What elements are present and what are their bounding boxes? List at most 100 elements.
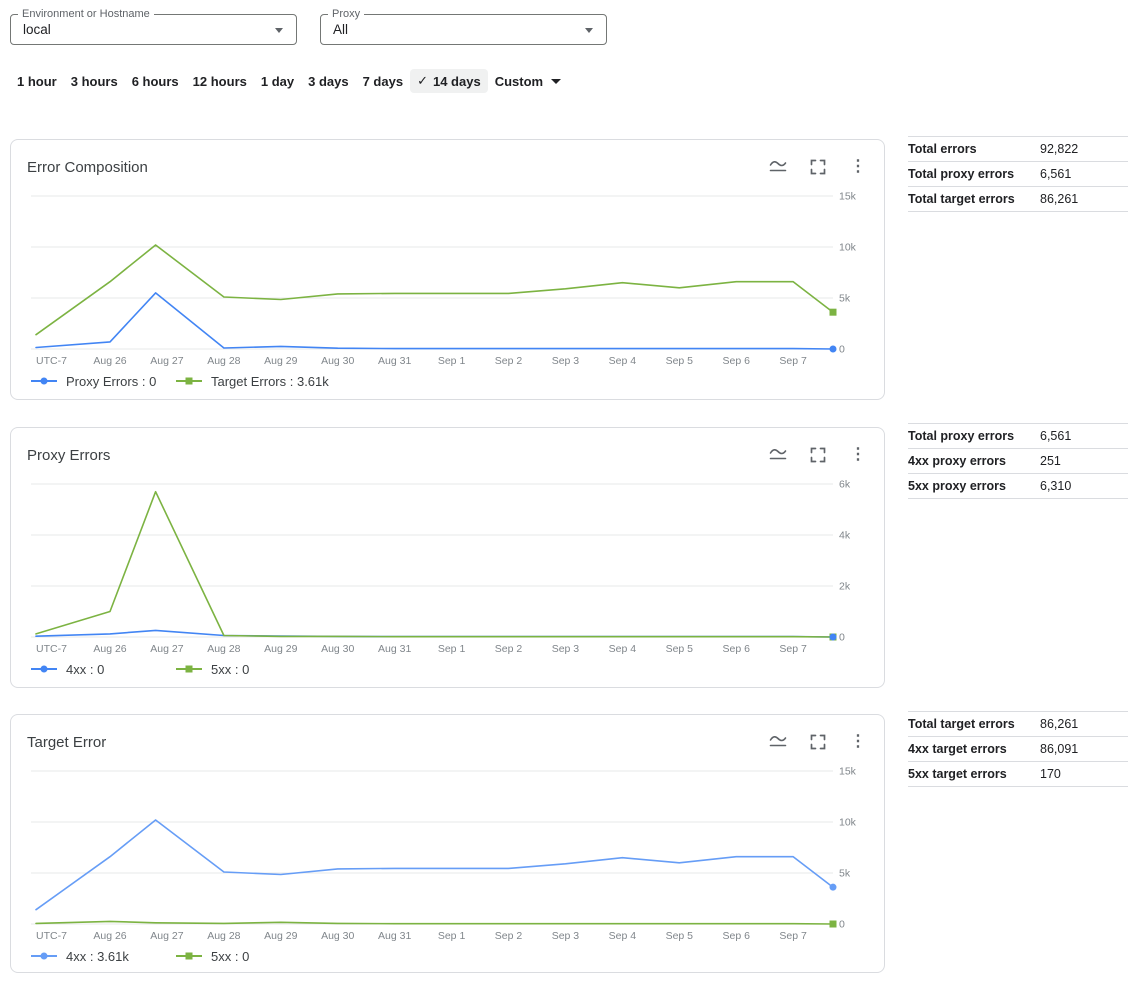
legend-square-marker bbox=[176, 375, 202, 387]
dropdown-arrow-icon bbox=[551, 79, 561, 84]
target-errors-summary-table: Total target errors86,2614xx target erro… bbox=[908, 711, 1128, 787]
svg-text:15k: 15k bbox=[839, 191, 857, 203]
svg-text:Sep 5: Sep 5 bbox=[666, 355, 694, 367]
time-range-label: 12 hours bbox=[193, 74, 247, 89]
svg-text:Aug 29: Aug 29 bbox=[264, 930, 297, 942]
summary-label: 5xx target errors bbox=[908, 767, 1007, 781]
svg-text:Sep 2: Sep 2 bbox=[495, 930, 523, 942]
legend-square-marker bbox=[176, 950, 202, 962]
time-range-custom[interactable]: Custom bbox=[488, 70, 568, 93]
fullscreen-icon[interactable] bbox=[808, 445, 828, 465]
chart-title: Proxy Errors bbox=[27, 447, 110, 464]
legend-item-4xx[interactable]: 4xx : 3.61k bbox=[31, 949, 176, 964]
time-range-3-hours[interactable]: 3 hours bbox=[64, 70, 125, 93]
legend-square-marker bbox=[176, 663, 202, 675]
legend-circle-marker bbox=[31, 375, 57, 387]
svg-text:Aug 26: Aug 26 bbox=[93, 355, 126, 367]
svg-text:10k: 10k bbox=[839, 817, 857, 829]
time-range-7-days[interactable]: 7 days bbox=[356, 70, 410, 93]
summary-label: 5xx proxy errors bbox=[908, 479, 1006, 493]
legend-item-proxy-errors[interactable]: Proxy Errors : 0 bbox=[31, 374, 176, 389]
summary-label: Total errors bbox=[908, 142, 977, 156]
summary-label: Total proxy errors bbox=[908, 167, 1014, 181]
svg-text:Sep 2: Sep 2 bbox=[495, 643, 523, 655]
svg-text:Aug 30: Aug 30 bbox=[321, 930, 354, 942]
error-composition-chart: 05k10k15kUTC-7Aug 26Aug 27Aug 28Aug 29Au… bbox=[27, 190, 870, 370]
summary-value: 6,561 bbox=[1040, 429, 1071, 443]
summary-value: 92,822 bbox=[1040, 142, 1078, 156]
legend-toggle-icon[interactable] bbox=[768, 732, 788, 752]
summary-row: 4xx target errors86,091 bbox=[908, 737, 1128, 762]
summary-row: 4xx proxy errors 251 bbox=[908, 449, 1128, 474]
legend-label: 5xx : 0 bbox=[211, 662, 249, 677]
svg-text:0: 0 bbox=[839, 632, 845, 644]
svg-text:Sep 6: Sep 6 bbox=[722, 643, 750, 655]
svg-text:Aug 30: Aug 30 bbox=[321, 355, 354, 367]
fullscreen-icon[interactable] bbox=[808, 157, 828, 177]
time-range-12-hours[interactable]: 12 hours bbox=[186, 70, 254, 93]
summary-row: Total proxy errors 6,561 bbox=[908, 424, 1128, 449]
svg-text:Aug 29: Aug 29 bbox=[264, 355, 297, 367]
total-errors-summary-table: Total errors 92,822 Total proxy errors6,56… bbox=[908, 136, 1128, 212]
fullscreen-icon[interactable] bbox=[808, 732, 828, 752]
card-header: Proxy Errors ⋮ bbox=[27, 444, 868, 466]
summary-row: Total errors 92,822 bbox=[908, 137, 1128, 162]
summary-value: 170 bbox=[1040, 767, 1061, 781]
time-range-3-days[interactable]: 3 days bbox=[301, 70, 355, 93]
summary-row: 5xx target errors 170 bbox=[908, 762, 1128, 787]
svg-text:15k: 15k bbox=[839, 766, 857, 778]
svg-text:Sep 4: Sep 4 bbox=[609, 355, 637, 367]
svg-text:6k: 6k bbox=[839, 479, 851, 491]
time-range-label: 1 hour bbox=[17, 74, 57, 89]
time-range-label: 7 days bbox=[363, 74, 403, 89]
svg-text:UTC-7: UTC-7 bbox=[36, 355, 67, 367]
svg-text:Sep 3: Sep 3 bbox=[552, 643, 580, 655]
proxy-select[interactable]: Proxy All bbox=[320, 14, 607, 45]
summary-row: Total target errors86,261 bbox=[908, 712, 1128, 737]
svg-text:Sep 7: Sep 7 bbox=[779, 643, 807, 655]
more-options-icon[interactable]: ⋮ bbox=[848, 732, 868, 752]
svg-text:2k: 2k bbox=[839, 581, 851, 593]
time-range-label: 3 days bbox=[308, 74, 348, 89]
svg-text:Sep 3: Sep 3 bbox=[552, 930, 580, 942]
legend-label: Target Errors : 3.61k bbox=[211, 374, 329, 389]
time-range-1-day[interactable]: 1 day bbox=[254, 70, 301, 93]
environment-select[interactable]: Environment or Hostname local bbox=[10, 14, 297, 45]
svg-text:Aug 27: Aug 27 bbox=[150, 355, 183, 367]
time-range-bar: 1 hour 3 hours6 hours 12 hours 1 day 3 days 7… bbox=[10, 69, 568, 93]
svg-text:Sep 2: Sep 2 bbox=[495, 355, 523, 367]
svg-text:10k: 10k bbox=[839, 242, 857, 254]
more-options-icon[interactable]: ⋮ bbox=[848, 445, 868, 465]
summary-row: Total target errors86,261 bbox=[908, 187, 1128, 212]
legend-circle-marker bbox=[31, 663, 57, 675]
legend-label: 5xx : 0 bbox=[211, 949, 249, 964]
time-range-label: 14 days bbox=[433, 74, 481, 89]
svg-text:Sep 3: Sep 3 bbox=[552, 355, 580, 367]
svg-text:Aug 28: Aug 28 bbox=[207, 930, 240, 942]
summary-label: Total target errors bbox=[908, 192, 1015, 206]
environment-select-value: local bbox=[23, 15, 51, 44]
legend-item-5xx[interactable]: 5xx : 0 bbox=[176, 662, 249, 677]
legend-label: Proxy Errors : 0 bbox=[66, 374, 156, 389]
legend-item-5xx[interactable]: 5xx : 0 bbox=[176, 949, 249, 964]
summary-label: Total proxy errors bbox=[908, 429, 1014, 443]
legend-toggle-icon[interactable] bbox=[768, 157, 788, 177]
time-range-1-hour[interactable]: 1 hour bbox=[10, 70, 64, 93]
svg-text:UTC-7: UTC-7 bbox=[36, 643, 67, 655]
svg-text:Sep 1: Sep 1 bbox=[438, 643, 466, 655]
summary-row: Total proxy errors6,561 bbox=[908, 162, 1128, 187]
svg-text:Aug 31: Aug 31 bbox=[378, 643, 411, 655]
more-options-icon[interactable]: ⋮ bbox=[848, 157, 868, 177]
summary-label: 4xx proxy errors bbox=[908, 454, 1006, 468]
legend-label: 4xx : 0 bbox=[66, 662, 104, 677]
summary-value: 251 bbox=[1040, 454, 1061, 468]
legend-item-4xx[interactable]: 4xx : 0 bbox=[31, 662, 176, 677]
time-range-14-days[interactable]: ✓ 14 days bbox=[410, 69, 488, 93]
legend-item-target-errors[interactable]: Target Errors : 3.61k bbox=[176, 374, 329, 389]
svg-text:0: 0 bbox=[839, 919, 845, 931]
svg-text:Sep 5: Sep 5 bbox=[666, 930, 694, 942]
time-range-6-hours[interactable]: 6 hours bbox=[125, 70, 186, 93]
check-icon: ✓ bbox=[417, 73, 428, 89]
legend-toggle-icon[interactable] bbox=[768, 445, 788, 465]
dropdown-arrow-icon bbox=[585, 28, 593, 33]
